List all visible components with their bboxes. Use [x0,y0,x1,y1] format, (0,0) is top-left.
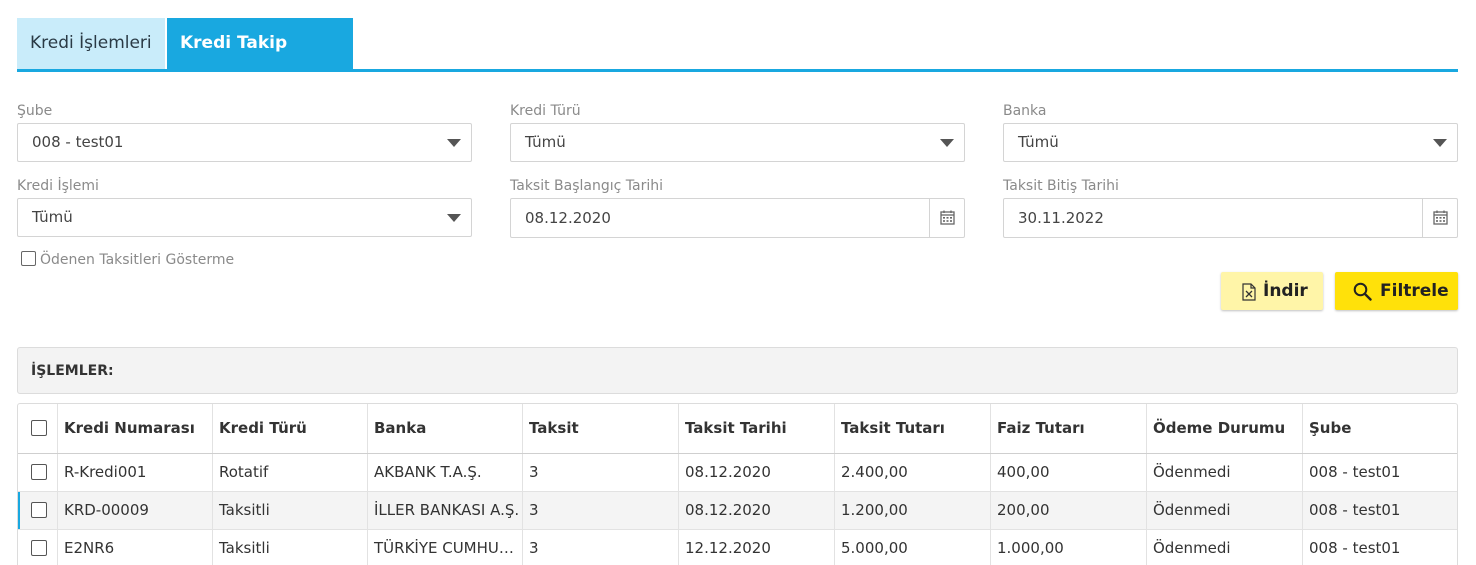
row-checkbox[interactable] [31,502,47,518]
cell-taksit-tarihi: 08.12.2020 [678,454,834,491]
kredi-islemi-value: Tümü [32,208,73,226]
cell-faiz-tutari: 1.000,00 [990,530,1146,565]
cell-taksit: 3 [522,530,678,565]
cell-faiz-tutari: 400,00 [990,454,1146,491]
table-header-row: Kredi Numarası Kredi Türü Banka Taksit T… [18,404,1457,454]
sube-label: Şube [17,103,53,119]
calendar-button[interactable] [929,199,964,237]
table-row[interactable]: E2NR6 Taksitli TÜRKİYE CUMHUR... 3 12.12… [18,530,1457,565]
baslangic-date-input[interactable]: 08.12.2020 [510,198,965,238]
bitis-date-input[interactable]: 30.11.2022 [1003,198,1458,238]
baslangic-label: Taksit Başlangıç Tarihi [510,178,664,194]
col-header-taksit[interactable]: Taksit [522,404,678,453]
chevron-down-icon [940,139,954,147]
row-select-cell [18,454,57,491]
col-header-odeme-durumu[interactable]: Ödeme Durumu [1146,404,1302,453]
tab-kredi-takip-raporu[interactable]: Kredi Takip Raporu [167,18,353,104]
cell-kredi-turu: Taksitli [212,530,367,565]
cell-kredi-turu: Rotatif [212,454,367,491]
sube-select[interactable]: 008 - test01 [17,123,472,162]
calendar-icon [940,210,955,225]
bitis-value: 30.11.2022 [1018,209,1104,227]
excel-file-icon [1242,283,1256,301]
kredi-turu-value: Tümü [525,133,566,151]
col-header-taksit-tarihi[interactable]: Taksit Tarihi [678,404,834,453]
col-header-kredi-numarasi[interactable]: Kredi Numarası [57,404,212,453]
cell-taksit-tutari: 2.400,00 [834,454,990,491]
cell-taksit-tutari: 1.200,00 [834,492,990,529]
hide-paid-checkbox-row[interactable]: Ödenen Taksitleri Gösterme [21,251,234,268]
calendar-icon [1433,210,1448,225]
cell-banka: İLLER BANKASI A.Ş. [367,492,522,529]
kredi-turu-select[interactable]: Tümü [510,123,965,162]
col-header-kredi-turu[interactable]: Kredi Türü [212,404,367,453]
panel-title: İŞLEMLER: [31,363,114,379]
cell-kredi-turu: Taksitli [212,492,367,529]
cell-taksit-tarihi: 08.12.2020 [678,492,834,529]
col-header-taksit-tutari[interactable]: Taksit Tutarı [834,404,990,453]
cell-taksit: 3 [522,454,678,491]
hide-paid-label: Ödenen Taksitleri Gösterme [40,252,235,268]
tab-bar: Kredi İşlemleri Kredi Takip Raporu [17,18,1458,104]
banka-value: Tümü [1018,133,1059,151]
download-button[interactable]: İndir [1221,272,1323,310]
cell-odeme-durumu: Ödenmedi [1146,492,1302,529]
cell-sube: 008 - test01 [1302,454,1457,491]
bitis-label: Taksit Bitiş Tarihi [1003,178,1119,194]
table-row[interactable]: R-Kredi001 Rotatif AKBANK T.A.Ş. 3 08.12… [18,454,1457,492]
chevron-down-icon [447,139,461,147]
banka-label: Banka [1003,103,1047,119]
kredi-islemi-label: Kredi İşlemi [17,178,99,194]
col-header-banka[interactable]: Banka [367,404,522,453]
chevron-down-icon [1433,139,1447,147]
hide-paid-checkbox[interactable] [21,251,36,266]
search-icon [1353,282,1372,301]
col-header-sube[interactable]: Şube [1302,404,1457,453]
filter-button[interactable]: Filtrele [1335,272,1458,310]
col-header-faiz-tutari[interactable]: Faiz Tutarı [990,404,1146,453]
tab-kredi-islemleri[interactable]: Kredi İşlemleri [17,18,165,69]
banka-select[interactable]: Tümü [1003,123,1458,162]
cell-taksit: 3 [522,492,678,529]
download-label: İndir [1263,281,1308,301]
cell-kredi-numarasi: KRD-00009 [57,492,212,529]
islemler-table: Kredi Numarası Kredi Türü Banka Taksit T… [17,403,1458,565]
cell-kredi-numarasi: R-Kredi001 [57,454,212,491]
select-all-cell [18,404,57,453]
kredi-islemi-select[interactable]: Tümü [17,198,472,237]
baslangic-value: 08.12.2020 [525,209,611,227]
cell-taksit-tarihi: 12.12.2020 [678,530,834,565]
cell-sube: 008 - test01 [1302,492,1457,529]
cell-banka: TÜRKİYE CUMHUR... [367,530,522,565]
select-all-checkbox[interactable] [31,420,47,436]
cell-banka: AKBANK T.A.Ş. [367,454,522,491]
islemler-panel-header: İŞLEMLER: [17,347,1458,394]
cell-faiz-tutari: 200,00 [990,492,1146,529]
cell-taksit-tutari: 5.000,00 [834,530,990,565]
cell-sube: 008 - test01 [1302,530,1457,565]
chevron-down-icon [447,214,461,222]
kredi-turu-label: Kredi Türü [510,103,581,119]
calendar-button[interactable] [1422,199,1457,237]
row-select-cell [18,492,57,529]
cell-kredi-numarasi: E2NR6 [57,530,212,565]
filter-label: Filtrele [1380,281,1449,301]
row-select-cell [18,530,57,565]
sube-value: 008 - test01 [32,133,124,151]
table-row[interactable]: KRD-00009 Taksitli İLLER BANKASI A.Ş. 3 … [18,492,1457,530]
cell-odeme-durumu: Ödenmedi [1146,530,1302,565]
row-checkbox[interactable] [31,540,47,556]
cell-odeme-durumu: Ödenmedi [1146,454,1302,491]
row-checkbox[interactable] [31,464,47,480]
